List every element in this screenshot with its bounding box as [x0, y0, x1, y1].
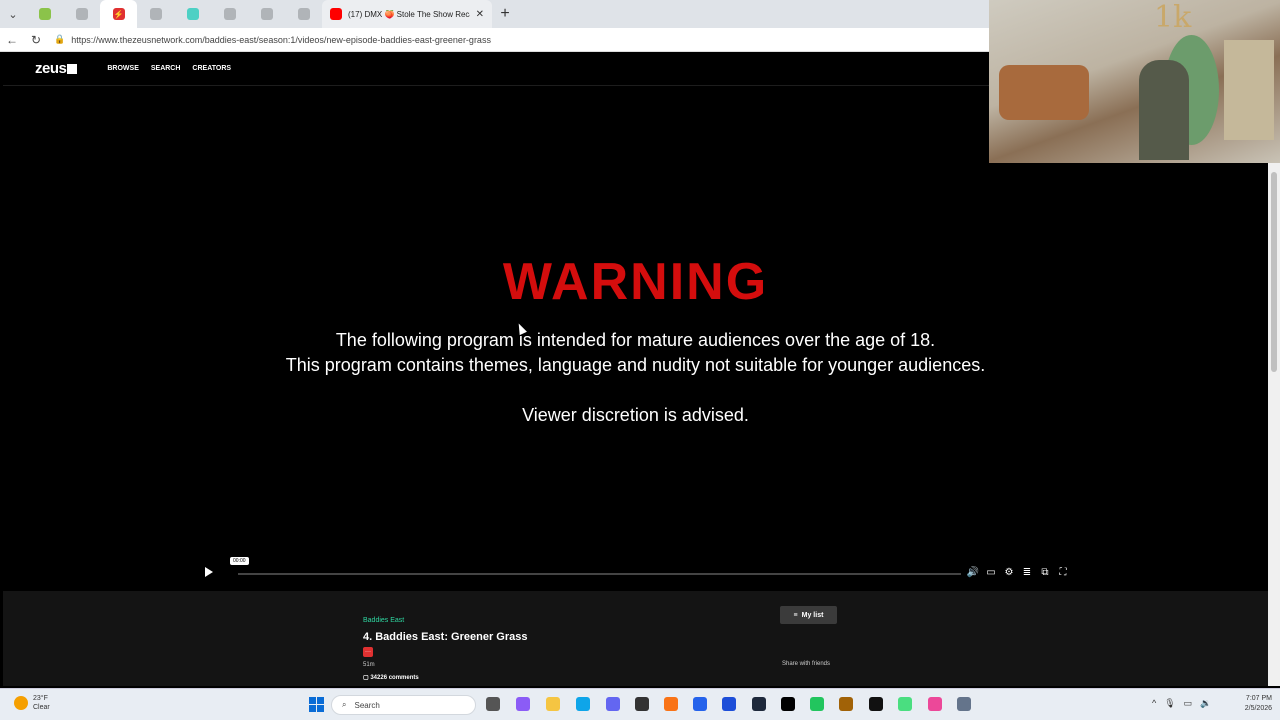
network-icon[interactable]: ▭ — [1184, 698, 1193, 709]
tab-5[interactable] — [174, 0, 211, 28]
tab-list-chevron-icon[interactable]: ⌄ — [0, 0, 26, 28]
edge-icon[interactable] — [576, 697, 590, 711]
globe-icon — [223, 8, 236, 20]
my-list-button[interactable]: ≡ My list — [780, 606, 837, 624]
webcam-wall-decoration: 1k — [1154, 0, 1192, 35]
zeus-logo[interactable]: zeus — [35, 60, 78, 77]
taskbar-search[interactable]: ⌕ Search — [331, 695, 476, 715]
rockstar-icon[interactable] — [839, 697, 853, 711]
webcam-couch — [999, 65, 1089, 120]
speaker-icon[interactable]: 🔉 — [1200, 698, 1211, 709]
search-placeholder: Search — [354, 700, 380, 710]
nav-search[interactable]: SEARCH — [151, 65, 181, 72]
tiktok-icon[interactable] — [781, 697, 795, 711]
search-icon: ⌕ — [342, 700, 347, 709]
comments-text: 34226 comments — [370, 675, 419, 681]
tab-2[interactable] — [63, 0, 100, 28]
my-list-label: My list — [801, 611, 824, 619]
task-view-icon[interactable] — [486, 697, 500, 711]
play-icon[interactable] — [205, 567, 213, 577]
tab-favicon-icon — [186, 8, 199, 20]
taskbar-clock[interactable]: 7:07 PM 2/5/2026 — [1232, 694, 1272, 714]
microphone-icon[interactable]: 🎙 — [1164, 698, 1175, 709]
time-tooltip: 00:00 — [230, 557, 249, 565]
warning-line-1: The following program is intended for ma… — [335, 330, 936, 350]
episode-duration: 51m — [363, 662, 375, 668]
video-controls: 00:00 🔊 ▭ ⚙ ≣ ⧉ ⛶ — [3, 557, 1268, 586]
settings-icon[interactable] — [957, 697, 971, 711]
xbox-icon[interactable] — [810, 697, 824, 711]
store-icon[interactable] — [693, 697, 707, 711]
tiktok-live-icon[interactable] — [928, 697, 942, 711]
seek-bar[interactable] — [238, 573, 961, 575]
steam-icon[interactable] — [752, 697, 766, 711]
url-text: https://www.thezeusnetwork.com/baddies-e… — [71, 34, 491, 45]
outlook-icon[interactable] — [722, 697, 736, 711]
clock-date: 2/5/2026 — [1244, 705, 1272, 712]
warning-title: WARNING — [502, 253, 769, 311]
series-link[interactable]: Baddies East — [363, 617, 404, 624]
logo-mark-icon — [67, 64, 78, 74]
new-tab-button[interactable]: + — [492, 0, 518, 28]
rating-badge: ··· — [363, 647, 373, 657]
captions-icon[interactable]: ▭ — [985, 566, 997, 578]
globe-icon — [260, 8, 273, 20]
tab-7[interactable] — [248, 0, 285, 28]
search-icon — [297, 8, 310, 20]
app-a-icon[interactable] — [664, 697, 678, 711]
weather-widget[interactable]: 23°F Clear — [14, 694, 50, 712]
tab-6[interactable] — [211, 0, 248, 28]
episode-info: Baddies East 4. Baddies East: Greener Gr… — [3, 591, 1268, 686]
tab-3-active[interactable]: ⚡ — [100, 0, 137, 28]
webcam-overlay: 1k — [989, 0, 1280, 163]
youtube-icon — [330, 8, 342, 20]
windows-taskbar: 23°F Clear ⌕ Search ^ 🎙 ▭ 🔉 7:07 PM 2/5/202… — [0, 688, 1280, 720]
comments-count[interactable]: ▢ 34226 comments — [363, 674, 419, 681]
episode-title: 4. Baddies East: Greener Grass — [363, 631, 528, 643]
nav-creators[interactable]: CREATORS — [192, 65, 231, 72]
discord-icon[interactable] — [606, 697, 620, 711]
tab-favicon-icon — [149, 8, 162, 20]
tab-8[interactable] — [285, 0, 322, 28]
webcam-person — [1139, 60, 1189, 160]
tab-favicon-icon — [38, 8, 51, 20]
call-of-duty-icon[interactable] — [869, 697, 883, 711]
weather-sun-icon — [14, 696, 28, 710]
webcam-shelf — [1224, 40, 1274, 140]
tab-favicon-icon — [75, 8, 88, 20]
scrollbar-thumb[interactable] — [1271, 172, 1277, 372]
fullscreen-icon[interactable]: ⛶ — [1057, 566, 1069, 578]
chrome-icon[interactable] — [898, 697, 912, 711]
clock-time: 7:07 PM — [1245, 695, 1272, 702]
logo-text: zeus — [35, 60, 67, 77]
page-scrollbar[interactable] — [1268, 162, 1280, 686]
nav-browse[interactable]: BROWSE — [107, 65, 139, 72]
refresh-icon[interactable]: ↻ — [24, 28, 48, 52]
obs-icon[interactable] — [635, 697, 649, 711]
share-link[interactable]: Share with friends — [782, 661, 830, 667]
picture-in-picture-icon[interactable]: ⧉ — [1039, 566, 1051, 578]
transcript-icon[interactable]: ≣ — [1021, 566, 1033, 578]
volume-icon[interactable]: 🔊 — [967, 566, 979, 578]
tab-title: (17) DMX 🍑 Stole The Show Reca — [348, 9, 470, 19]
tab-close-icon[interactable]: ✕ — [476, 9, 484, 20]
tab-1[interactable] — [26, 0, 63, 28]
chevron-up-icon[interactable]: ^ — [1152, 698, 1156, 709]
gear-icon[interactable]: ⚙ — [1003, 566, 1015, 578]
tab-youtube[interactable]: (17) DMX 🍑 Stole The Show Reca ✕ — [322, 0, 492, 28]
back-arrow-icon[interactable]: ← — [0, 28, 24, 52]
lock-icon: 🔒 — [54, 34, 66, 44]
tab-favicon-icon: ⚡ — [112, 8, 125, 20]
weather-condition: Clear — [33, 704, 50, 711]
list-icon: ≡ — [793, 611, 798, 619]
warning-line-3: Viewer discretion is advised. — [522, 405, 749, 425]
copilot-icon[interactable] — [516, 697, 530, 711]
weather-temp: 23°F — [33, 695, 48, 702]
tab-4[interactable] — [137, 0, 174, 28]
windows-start-icon[interactable] — [309, 697, 324, 712]
system-tray: ^ 🎙 ▭ 🔉 — [1152, 698, 1211, 709]
warning-line-2: This program contains themes, language a… — [285, 355, 986, 375]
file-explorer-icon[interactable] — [546, 697, 560, 711]
